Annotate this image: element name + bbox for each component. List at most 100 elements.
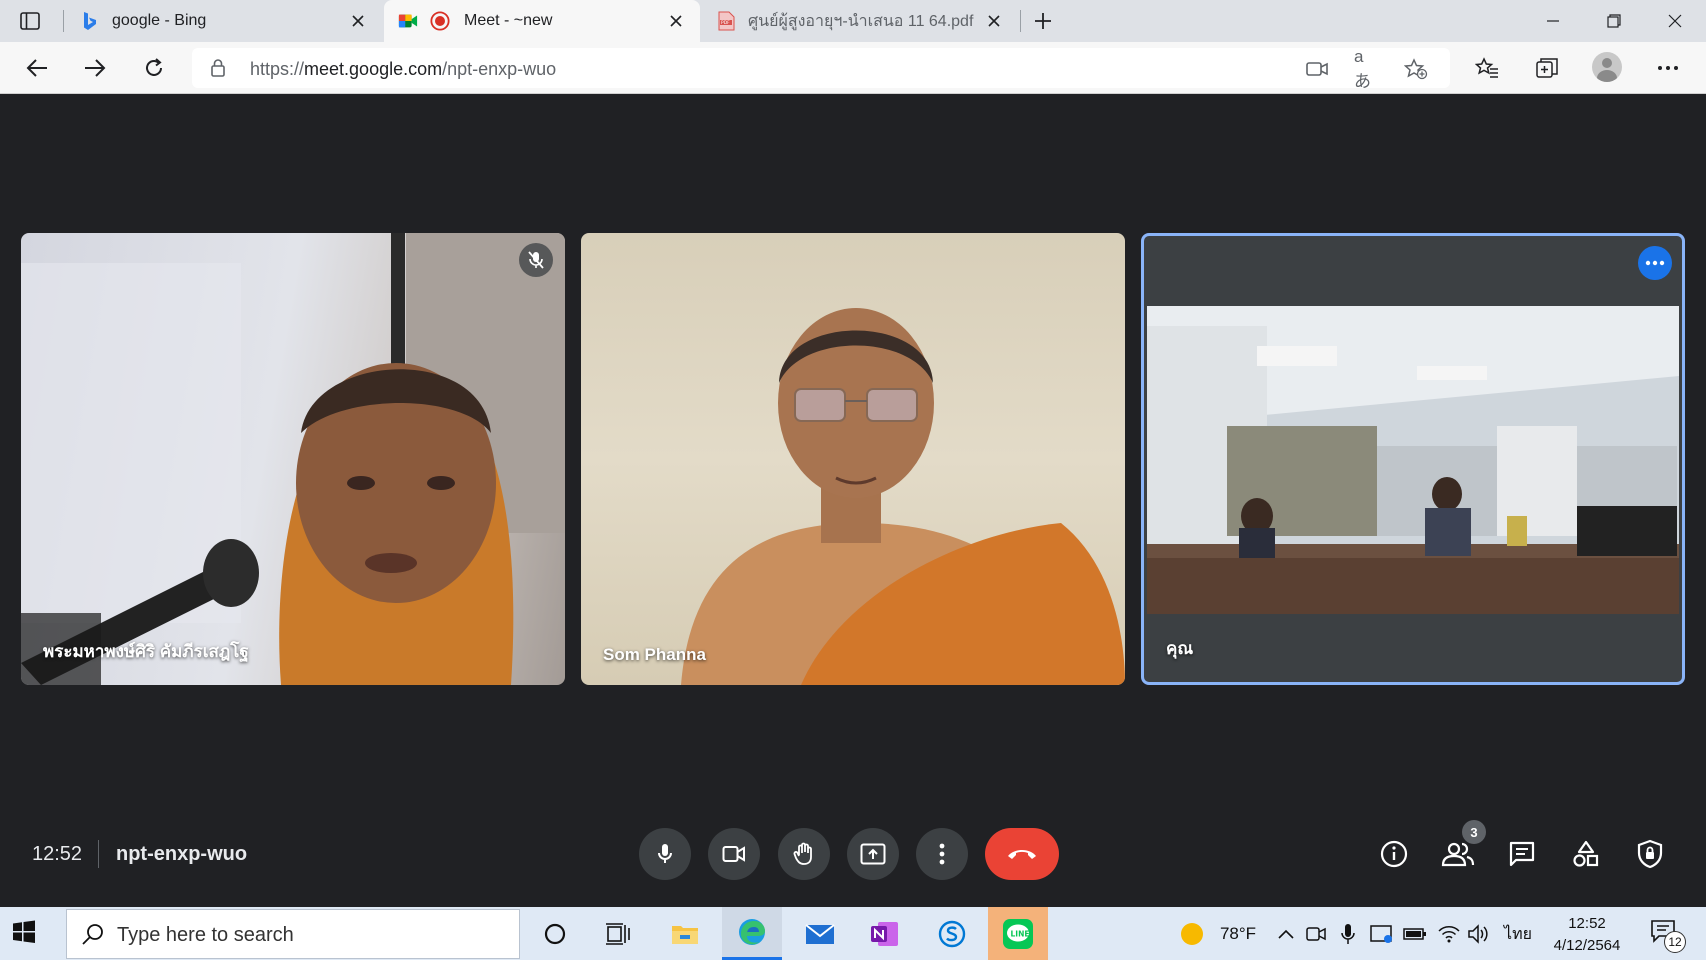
meeting-code: npt-enxp-wuo <box>116 843 248 865</box>
divider <box>98 840 99 868</box>
info-icon <box>1380 840 1408 868</box>
wifi-icon[interactable] <box>1437 923 1461 945</box>
favorites-icon[interactable] <box>1470 52 1504 84</box>
more-options-button[interactable] <box>916 828 968 880</box>
meeting-details-button[interactable] <box>1372 832 1416 876</box>
collections-icon[interactable] <box>1530 52 1564 84</box>
read-aloud-icon[interactable]: aあ <box>1354 47 1380 91</box>
search-icon <box>81 923 105 947</box>
activities-icon <box>1573 840 1599 867</box>
close-tab-icon[interactable] <box>984 11 1004 31</box>
leave-call-button[interactable] <box>985 828 1059 880</box>
clock-date: 4/12/2564 <box>1553 937 1621 954</box>
avatar-body <box>1597 70 1617 82</box>
new-tab-icon[interactable] <box>1030 8 1056 34</box>
tab-bing[interactable]: google - Bing <box>66 0 382 42</box>
weather-sun-icon[interactable] <box>1180 923 1204 945</box>
tab-separator <box>63 10 64 32</box>
chat-icon <box>1509 841 1535 867</box>
close-tab-icon[interactable] <box>666 11 686 31</box>
clock-time: 12:52 <box>1568 915 1606 932</box>
address-bar[interactable]: https://meet.google.com/npt-enxp-wuo aあ <box>192 47 1450 91</box>
forward-icon[interactable] <box>78 52 112 84</box>
microphone-tray-icon[interactable] <box>1338 923 1358 945</box>
muted-mic-icon <box>519 243 553 277</box>
input-language[interactable]: ไทย <box>1500 923 1536 945</box>
skype-icon[interactable] <box>922 907 982 960</box>
notification-count-badge: 12 <box>1664 931 1686 953</box>
camera-icon <box>722 846 745 862</box>
participant-video <box>21 233 565 685</box>
participant-tile[interactable]: Som Phanna <box>581 233 1125 685</box>
close-window-icon[interactable] <box>1645 0 1705 42</box>
weather-temperature[interactable]: 78°F <box>1218 923 1258 945</box>
battery-icon[interactable] <box>1403 923 1427 945</box>
close-tab-icon[interactable] <box>348 11 368 31</box>
tab-pdf[interactable]: PDF ศูนย์ผู้สูงอายุฯ-นำเสนอ 11 64.pdf <box>702 0 1018 42</box>
present-icon <box>860 843 886 865</box>
back-icon[interactable] <box>20 52 54 84</box>
refresh-icon[interactable] <box>137 52 171 84</box>
screen-capture-icon[interactable] <box>1370 923 1394 945</box>
edge-icon[interactable] <box>722 907 782 960</box>
search-placeholder: Type here to search <box>117 924 294 946</box>
volume-icon[interactable] <box>1467 923 1491 945</box>
mail-icon[interactable] <box>790 907 850 960</box>
chat-button[interactable] <box>1500 832 1544 876</box>
notification-center-icon[interactable]: 12 <box>1650 919 1686 953</box>
meeting-time: 12:52 <box>32 843 83 865</box>
tab-actions-icon[interactable] <box>16 9 44 33</box>
onenote-icon[interactable] <box>855 907 915 960</box>
windows-start-icon[interactable] <box>12 920 40 948</box>
tab-separator <box>1020 10 1021 32</box>
tab-title: google - Bing <box>112 12 207 29</box>
svg-text:LINE: LINE <box>1011 929 1030 938</box>
taskbar-clock[interactable]: 12:52 4/12/2564 <box>1542 913 1632 957</box>
present-screen-button[interactable] <box>847 828 899 880</box>
microphone-icon <box>658 844 672 863</box>
more-options-icon[interactable] <box>1638 246 1672 280</box>
restore-icon[interactable] <box>1584 0 1644 42</box>
lock-icon[interactable] <box>208 58 228 78</box>
browser-tab-strip: google - Bing Meet - ~new PDF ศูนย์ผู้สู… <box>0 0 1706 42</box>
tab-meet[interactable]: Meet - ~new <box>384 0 700 42</box>
address-url[interactable]: https://meet.google.com/npt-enxp-wuo <box>250 59 556 80</box>
cortana-icon[interactable] <box>525 907 585 960</box>
add-favorite-icon[interactable] <box>1403 56 1429 82</box>
people-button[interactable]: 3 <box>1436 820 1486 876</box>
participant-name: คุณ <box>1166 639 1194 658</box>
meet-stage: พระมหาพงษ์ศิริ คัมภีรเสฎโฐ Som Phanna คุ… <box>0 95 1706 907</box>
participant-name: Som Phanna <box>603 645 706 664</box>
camera-button[interactable] <box>708 828 760 880</box>
tab-title: Meet - ~new <box>464 12 553 29</box>
microphone-button[interactable] <box>639 828 691 880</box>
activities-button[interactable] <box>1564 832 1608 876</box>
tab-title: ศูนย์ผู้สูงอายุฯ-นำเสนอ 11 64.pdf <box>748 12 974 30</box>
people-icon <box>1441 842 1475 867</box>
raise-hand-button[interactable] <box>778 828 830 880</box>
participant-video <box>681 308 1125 685</box>
recording-icon <box>430 11 450 31</box>
raise-hand-icon <box>793 842 812 865</box>
bing-icon <box>80 11 100 31</box>
participant-tile[interactable]: พระมหาพงษ์ศิริ คัมภีรเสฎโฐ <box>21 233 565 685</box>
self-tile[interactable]: คุณ <box>1141 233 1685 685</box>
chevron-up-icon[interactable] <box>1276 923 1296 945</box>
meet-now-icon[interactable] <box>1306 923 1326 945</box>
more-options-icon[interactable] <box>1651 52 1685 84</box>
line-app-icon[interactable]: LINE <box>988 907 1048 960</box>
more-vert-icon <box>939 843 945 865</box>
shield-lock-icon <box>1637 839 1663 869</box>
host-controls-button[interactable] <box>1628 832 1672 876</box>
taskbar-search-box[interactable]: Type here to search <box>66 909 520 959</box>
profile-avatar[interactable] <box>1592 52 1622 82</box>
url-host: meet.google.com <box>304 59 443 79</box>
task-view-icon[interactable] <box>588 907 648 960</box>
minimize-icon[interactable] <box>1523 0 1583 42</box>
end-call-icon <box>1008 850 1036 859</box>
camera-permission-icon[interactable] <box>1304 56 1330 82</box>
participant-name: พระมหาพงษ์ศิริ คัมภีรเสฎโฐ <box>43 642 249 661</box>
pdf-icon: PDF <box>716 11 736 31</box>
file-explorer-icon[interactable] <box>655 907 715 960</box>
url-path: /npt-enxp-wuo <box>442 59 557 79</box>
